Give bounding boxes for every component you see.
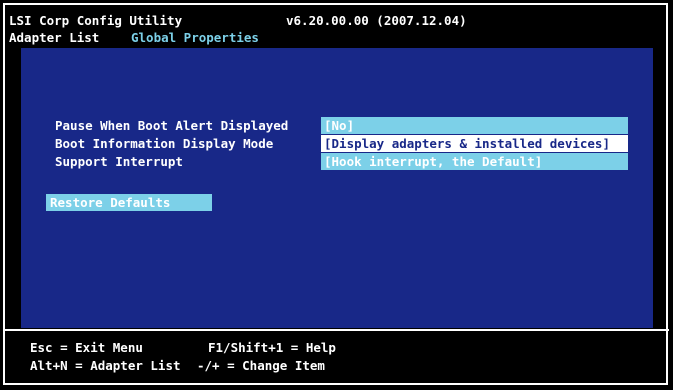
boot-display-mode-label: Boot Information Display Mode bbox=[55, 136, 274, 151]
breadcrumb-global-properties: Global Properties bbox=[131, 30, 259, 45]
footer-divider bbox=[5, 329, 669, 331]
help-footer: Esc = Exit Menu F1/Shift+1 = Help Alt+N … bbox=[5, 329, 669, 379]
properties-panel: Pause When Boot Alert Displayed [No] Boo… bbox=[21, 48, 653, 328]
help-f1: F1/Shift+1 = Help bbox=[208, 340, 336, 355]
help-exit-menu: Esc = Exit Menu bbox=[30, 340, 143, 355]
support-interrupt-field[interactable]: [Hook interrupt, the Default] bbox=[321, 153, 628, 170]
boot-display-mode-field[interactable]: [Display adapters & installed devices] bbox=[321, 135, 628, 152]
support-interrupt-label: Support Interrupt bbox=[55, 154, 183, 169]
breadcrumb-adapter-list[interactable]: Adapter List bbox=[9, 29, 99, 46]
restore-defaults-button[interactable]: Restore Defaults bbox=[46, 194, 212, 211]
pause-boot-alert-label: Pause When Boot Alert Displayed bbox=[55, 118, 289, 133]
bios-config-screen: LSI Corp Config Utility v6.20.00.00 (200… bbox=[0, 0, 673, 390]
pause-boot-alert-field[interactable]: [No] bbox=[321, 117, 628, 134]
app-title: LSI Corp Config Utility bbox=[9, 13, 183, 28]
help-adapter-list: Alt+N = Adapter List bbox=[30, 358, 181, 373]
version-label: v6.20.00.00 (2007.12.04) bbox=[286, 13, 467, 28]
help-change-item: -/+ = Change Item bbox=[197, 358, 325, 373]
